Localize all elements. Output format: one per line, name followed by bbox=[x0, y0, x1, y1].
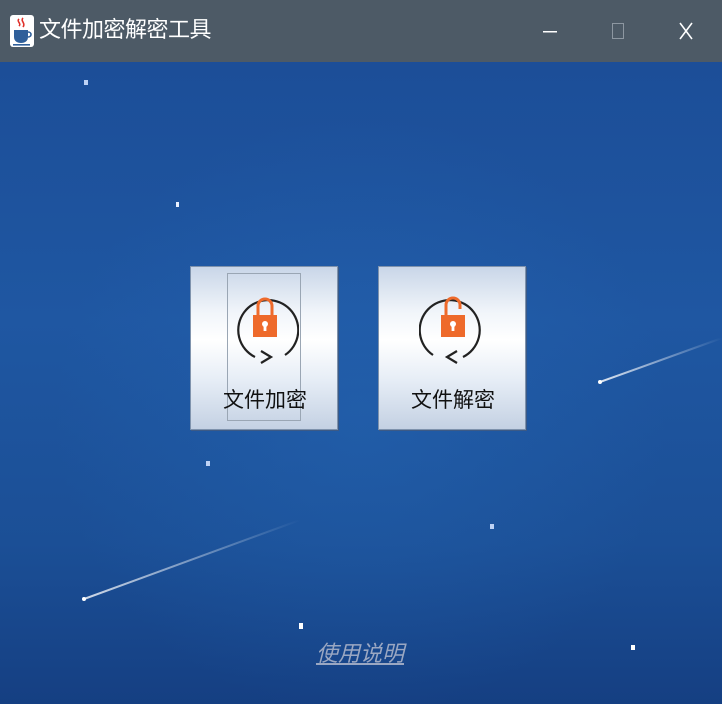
window-title: 文件加密解密工具 bbox=[39, 18, 212, 43]
encrypt-file-button[interactable]: 文件加密 bbox=[190, 266, 338, 430]
title-bar[interactable]: 文件加密解密工具 bbox=[0, 0, 722, 62]
starfield-background bbox=[82, 80, 722, 650]
encrypt-button-label: 文件加密 bbox=[223, 388, 307, 412]
decrypt-button-label: 文件解密 bbox=[411, 388, 495, 412]
minimize-button[interactable] bbox=[530, 14, 570, 48]
lock-cycle-icon bbox=[237, 297, 299, 364]
app-window: 文件加密解密工具 文件加密 文件解密 使用说明 bbox=[0, 0, 722, 704]
java-coffee-icon bbox=[10, 15, 34, 47]
unlock-cycle-icon bbox=[419, 296, 481, 364]
main-panel: 文件加密 文件解密 使用说明 bbox=[0, 62, 722, 704]
maximize-button[interactable] bbox=[598, 14, 638, 48]
usage-instructions-link[interactable]: 使用说明 bbox=[300, 640, 420, 670]
close-button[interactable] bbox=[666, 14, 706, 48]
close-icon bbox=[679, 22, 693, 40]
maximize-icon bbox=[612, 23, 624, 39]
decrypt-file-button[interactable]: 文件解密 bbox=[378, 266, 526, 430]
minimize-icon bbox=[543, 31, 557, 33]
